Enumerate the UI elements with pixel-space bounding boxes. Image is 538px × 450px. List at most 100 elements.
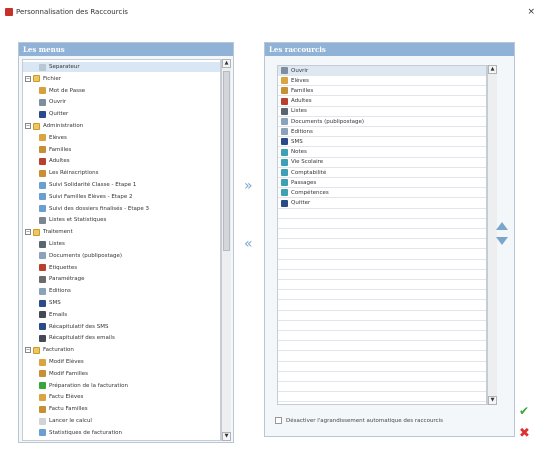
menu-icon	[39, 181, 46, 189]
shortcut-item[interactable]: Quitter	[278, 199, 486, 209]
shortcut-item[interactable]: Elèves	[278, 76, 486, 87]
menu-group[interactable]: − Fichier	[23, 74, 220, 84]
scroll-up-icon[interactable]: ▲	[488, 65, 497, 74]
shortcut-item[interactable]: Editions	[278, 127, 486, 138]
menu-item[interactable]: SMS	[23, 298, 220, 308]
shortcut-empty-row[interactable]	[278, 392, 486, 403]
menu-item[interactable]: Separateur	[23, 62, 220, 72]
menus-scrollbar[interactable]: ▲ ▼	[221, 59, 231, 441]
shortcut-empty-row[interactable]	[278, 301, 486, 311]
shortcut-empty-row[interactable]	[278, 209, 486, 219]
shortcut-empty-row[interactable]	[278, 311, 486, 321]
scroll-down-icon[interactable]: ▼	[488, 396, 497, 405]
menu-icon	[39, 382, 46, 390]
cancel-button[interactable]: ✖	[519, 426, 530, 441]
shortcut-empty-row[interactable]	[278, 290, 486, 301]
move-down-icon[interactable]	[496, 237, 508, 245]
shortcut-empty-row[interactable]	[278, 331, 486, 342]
shortcut-item[interactable]: Compétences	[278, 188, 486, 199]
menu-item[interactable]: Statistiques de facturation	[23, 428, 220, 438]
menu-item[interactable]: Suivi des dossiers finalisés - Etape 3	[23, 204, 220, 214]
menu-item[interactable]: Lancer le calcul	[23, 416, 220, 426]
shortcut-empty-row[interactable]	[278, 352, 486, 362]
menu-item[interactable]: Paramétrage	[23, 274, 220, 284]
menu-item[interactable]: Emails	[23, 310, 220, 320]
shortcuts-panel: Les raccourcis Ouvrir Elèves Familles Adult…	[264, 42, 515, 437]
shortcut-empty-row[interactable]	[278, 250, 486, 260]
menu-item[interactable]: Récapitulatif des emails	[23, 333, 220, 343]
menu-item[interactable]: Listes	[23, 239, 220, 249]
menu-item[interactable]: Factu Elèves	[23, 392, 220, 402]
menu-item[interactable]: Factu Familles	[23, 404, 220, 414]
shortcut-item[interactable]: Passages	[278, 178, 486, 189]
shortcut-empty-row[interactable]	[278, 341, 486, 352]
menu-item[interactable]: Modif Elèves	[23, 357, 220, 367]
menu-item[interactable]: Mot de Passe	[23, 86, 220, 96]
shortcuts-scrollbar[interactable]: ▲ ▼	[487, 65, 497, 405]
scroll-up-icon[interactable]: ▲	[222, 59, 231, 68]
menu-item[interactable]: Les Réinscriptions	[23, 168, 220, 178]
menu-icon	[39, 98, 46, 106]
menus-tree[interactable]: Separateur − Fichier Mot de Passe Ouvrir Quit…	[22, 59, 221, 441]
menu-item[interactable]: Suivi Familles Elèves - Etape 2	[23, 192, 220, 202]
menu-item[interactable]: Etiquettes	[23, 263, 220, 273]
shortcut-item[interactable]: Notes	[278, 148, 486, 158]
collapse-icon[interactable]: −	[25, 75, 31, 82]
menu-item[interactable]: Familles	[23, 145, 220, 155]
menu-item[interactable]: Modif Familles	[23, 369, 220, 379]
add-shortcut-button[interactable]: »	[244, 178, 253, 194]
menu-icon	[39, 334, 46, 342]
menu-item[interactable]: Préparation de la facturation	[23, 381, 220, 391]
collapse-icon[interactable]: −	[25, 347, 31, 354]
menu-item[interactable]: Listes et Statistiques	[23, 215, 220, 225]
shortcut-item[interactable]: Comptabilité	[278, 168, 486, 178]
shortcut-empty-row[interactable]	[278, 219, 486, 229]
scroll-down-icon[interactable]: ▼	[222, 432, 231, 441]
ok-button[interactable]: ✔	[519, 404, 529, 418]
shortcut-empty-row[interactable]	[278, 239, 486, 250]
shortcut-empty-row[interactable]	[278, 382, 486, 393]
shortcut-item[interactable]: SMS	[278, 137, 486, 148]
folder-icon	[33, 228, 40, 236]
menu-item[interactable]: Quitter	[23, 109, 220, 119]
menu-item[interactable]: Documents (publipostage)	[23, 251, 220, 261]
menu-item-label: Modif Familles	[49, 370, 89, 377]
shortcut-icon	[281, 107, 288, 115]
menu-group[interactable]: − Administration	[23, 121, 220, 131]
menu-item[interactable]: Editions	[23, 286, 220, 296]
shortcut-empty-row[interactable]	[278, 372, 486, 382]
shortcut-empty-row[interactable]	[278, 321, 486, 331]
remove-shortcut-button[interactable]: «	[244, 236, 253, 252]
menu-item-label: Mot de Passe	[49, 87, 86, 94]
move-up-icon[interactable]	[496, 222, 508, 230]
shortcut-empty-row[interactable]	[278, 260, 486, 270]
scroll-thumb[interactable]	[223, 71, 230, 251]
shortcut-empty-row[interactable]	[278, 362, 486, 372]
shortcut-item[interactable]: Familles	[278, 86, 486, 97]
menu-item-label: Traitement	[43, 229, 73, 236]
auto-grow-checkbox[interactable]	[275, 417, 282, 424]
shortcut-empty-row[interactable]	[278, 280, 486, 291]
menu-item[interactable]: Elèves	[23, 133, 220, 143]
auto-grow-option[interactable]: Désactiver l'agrandissement automatique …	[275, 417, 443, 424]
menu-group[interactable]: − Facturation	[23, 345, 220, 355]
collapse-icon[interactable]: −	[25, 229, 31, 236]
close-button[interactable]: ×	[527, 7, 535, 17]
shortcut-empty-row[interactable]	[278, 229, 486, 240]
shortcut-empty-row[interactable]	[278, 270, 486, 280]
shortcut-label: Familles	[291, 87, 314, 94]
shortcuts-list[interactable]: Ouvrir Elèves Familles Adultes Listes Documen…	[277, 65, 487, 405]
menu-item[interactable]: Récapitulatif des SMS	[23, 322, 220, 332]
menu-group[interactable]: − Traitement	[23, 227, 220, 237]
menu-item-label: Suivi Solidarité Classe - Etape 1	[49, 182, 137, 188]
shortcut-item[interactable]: Documents (publipostage)	[278, 117, 486, 127]
shortcut-item[interactable]: Vie Scolaire	[278, 158, 486, 168]
shortcut-item[interactable]: Adultes	[278, 97, 486, 107]
collapse-icon[interactable]: −	[25, 123, 31, 129]
shortcut-item[interactable]: Listes	[278, 107, 486, 117]
menu-item[interactable]: Adultes	[23, 156, 220, 166]
menu-item[interactable]: Suivi Solidarité Classe - Etape 1	[23, 180, 220, 190]
shortcut-item[interactable]: Ouvrir	[278, 66, 486, 76]
folder-icon	[33, 122, 40, 130]
menu-item[interactable]: Ouvrir	[23, 97, 220, 107]
